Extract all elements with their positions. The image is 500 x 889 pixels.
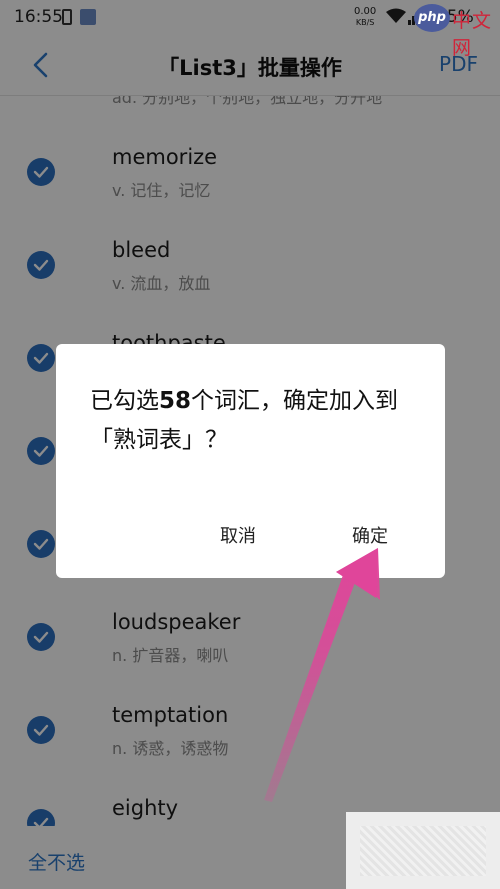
watermark-logo-oval: php bbox=[414, 4, 450, 32]
cancel-button[interactable]: 取消 bbox=[220, 522, 256, 548]
confirm-button[interactable]: 确定 bbox=[352, 522, 388, 548]
dialog-count: 58 bbox=[159, 388, 192, 414]
watermark-patch bbox=[346, 812, 500, 889]
watermark-site-text: 中文网 bbox=[452, 10, 493, 59]
watermark-pattern bbox=[360, 826, 486, 876]
dialog-message: 已勾选58个词汇，确定加入到「熟词表」？ bbox=[90, 382, 420, 460]
watermark-logo: php 中文网 bbox=[414, 4, 496, 59]
confirm-dialog: 已勾选58个词汇，确定加入到「熟词表」？ 取消 确定 bbox=[56, 344, 445, 578]
dialog-message-before: 已勾选 bbox=[90, 388, 159, 414]
